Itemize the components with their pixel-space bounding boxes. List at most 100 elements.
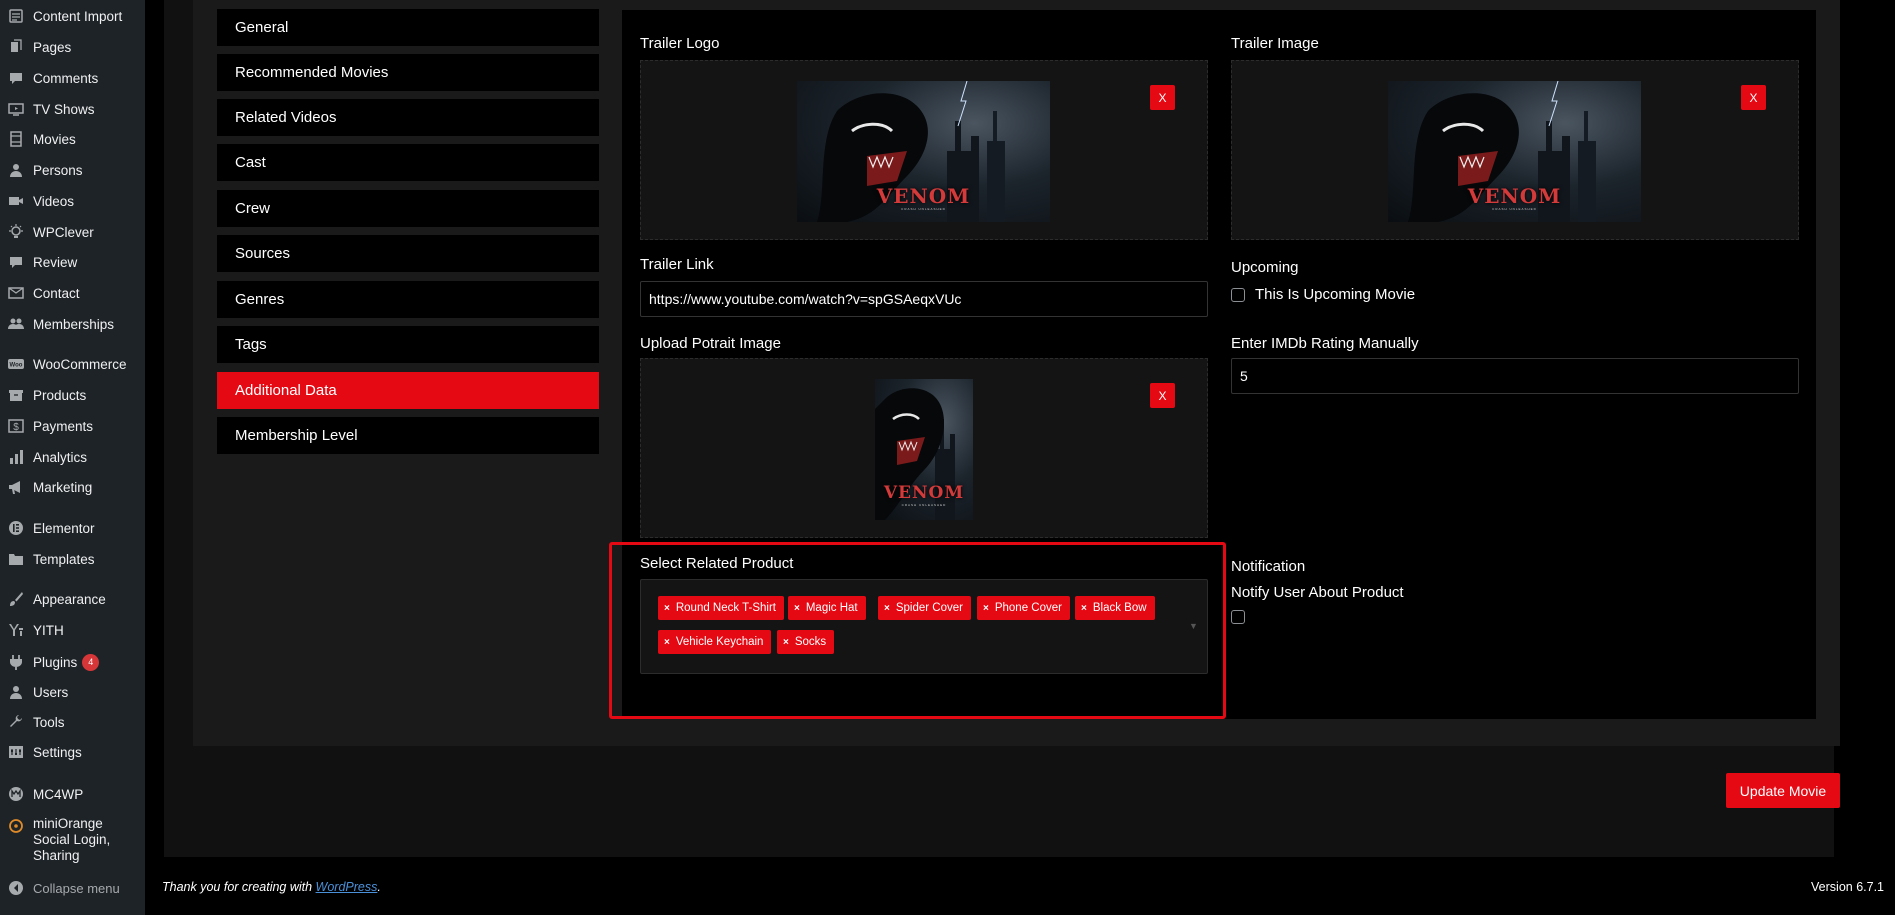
sidebar-item-comments[interactable]: Comments xyxy=(0,66,145,90)
sidebar-item-tv-shows[interactable]: TV Shows xyxy=(0,97,145,121)
marketing-icon xyxy=(8,479,24,495)
sidebar-item-label: Videos xyxy=(33,193,75,209)
upcoming-label: Upcoming xyxy=(1231,259,1299,276)
svg-text:Woo: Woo xyxy=(10,363,23,369)
tab-recommended-movies[interactable]: Recommended Movies xyxy=(217,54,599,91)
tab-sources[interactable]: Sources xyxy=(217,235,599,272)
tab-cast[interactable]: Cast xyxy=(217,144,599,181)
product-chip-socks: × Socks xyxy=(777,630,835,654)
chip-label: Magic Hat xyxy=(805,602,858,614)
tools-icon xyxy=(8,714,24,730)
sidebar-item-videos[interactable]: Videos xyxy=(0,189,145,213)
trailer-link-label: Trailer Link xyxy=(640,256,714,273)
chevron-down-icon[interactable]: ▼ xyxy=(1189,621,1198,631)
wordpress-link[interactable]: WordPress xyxy=(316,880,378,894)
sidebar-item-analytics[interactable]: Analytics xyxy=(0,445,145,469)
sidebar-item-label: Users xyxy=(33,684,69,700)
analytics-icon xyxy=(8,449,24,465)
miniorange-icon xyxy=(8,818,24,834)
sidebar-item-miniorange[interactable]: miniOrange Social Login, Sharing xyxy=(0,816,145,868)
yith-icon xyxy=(8,622,24,638)
sidebar-item-templates[interactable]: Templates xyxy=(0,547,145,571)
product-chip-magic-hat: × Magic Hat xyxy=(788,596,866,620)
trailer-image-label: Trailer Image xyxy=(1231,35,1319,52)
tab-membership-level[interactable]: Membership Level xyxy=(217,417,599,454)
chip-remove-button[interactable]: × xyxy=(794,603,800,614)
sidebar-item-content-import[interactable]: Content Import xyxy=(0,4,145,28)
related-product-label: Select Related Product xyxy=(640,555,794,572)
chip-remove-button[interactable]: × xyxy=(983,603,989,614)
templates-icon xyxy=(8,551,24,567)
sidebar-item-wpclever[interactable]: WPClever xyxy=(0,220,145,244)
sidebar-item-label: Contact xyxy=(33,285,80,301)
sidebar-item-payments[interactable]: $ Payments xyxy=(0,414,145,438)
sidebar-item-label: Elementor xyxy=(33,520,95,536)
poster-title: VENOM xyxy=(876,184,971,208)
sidebar-item-tools[interactable]: Tools xyxy=(0,710,145,734)
sidebar-item-appearance[interactable]: Appearance xyxy=(0,587,145,611)
sidebar-item-review[interactable]: Review xyxy=(0,250,145,274)
footer-thanks-text: Thank you for creating with xyxy=(162,880,316,894)
update-movie-button[interactable]: Update Movie xyxy=(1726,773,1840,808)
chip-remove-button[interactable]: × xyxy=(664,603,670,614)
chip-remove-button[interactable]: × xyxy=(884,603,890,614)
remove-trailer-logo-button[interactable]: X xyxy=(1150,85,1175,110)
sidebar-item-marketing[interactable]: Marketing xyxy=(0,475,145,499)
notify-user-checkbox[interactable] xyxy=(1231,610,1245,624)
sidebar-item-label: Review xyxy=(33,254,78,270)
product-chip-vehicle-keychain: × Vehicle Keychain xyxy=(658,630,772,654)
sidebar-item-contact[interactable]: Contact xyxy=(0,281,145,305)
tab-genres[interactable]: Genres xyxy=(217,281,599,318)
tab-general[interactable]: General xyxy=(217,9,599,46)
sidebar-item-elementor[interactable]: Elementor xyxy=(0,516,145,540)
sidebar-item-woocommerce[interactable]: Woo WooCommerce xyxy=(0,352,145,376)
sidebar-item-plugins[interactable]: Plugins 4 xyxy=(0,650,145,674)
tab-crew[interactable]: Crew xyxy=(217,190,599,227)
sidebar-item-users[interactable]: Users xyxy=(0,680,145,704)
trailer-link-input[interactable]: https://www.youtube.com/watch?v=spGSAeqx… xyxy=(640,281,1208,317)
sidebar-item-memberships[interactable]: Memberships xyxy=(0,312,145,336)
sidebar-item-yith[interactable]: YITH xyxy=(0,618,145,642)
sidebar-item-label: YITH xyxy=(33,622,64,638)
sidebar-item-persons[interactable]: Persons xyxy=(0,158,145,182)
users-icon xyxy=(8,684,24,700)
sidebar-item-label: Tools xyxy=(33,714,65,730)
movies-icon xyxy=(8,131,24,147)
sidebar-item-products[interactable]: Products xyxy=(0,383,145,407)
sidebar-item-settings[interactable]: Settings xyxy=(0,740,145,764)
portrait-image-label: Upload Potrait Image xyxy=(640,335,781,352)
sidebar-item-label: Products xyxy=(33,387,87,403)
pages-icon xyxy=(8,39,24,55)
chip-remove-button[interactable]: × xyxy=(664,637,670,648)
related-product-select[interactable] xyxy=(640,579,1208,674)
sidebar-item-label: Templates xyxy=(33,551,95,567)
sidebar-item-movies[interactable]: Movies xyxy=(0,127,145,151)
remove-trailer-image-button[interactable]: X xyxy=(1741,85,1766,110)
plugins-update-badge: 4 xyxy=(82,653,100,671)
persons-icon xyxy=(8,162,24,178)
chip-label: Socks xyxy=(794,636,827,648)
sidebar-item-mc4wp[interactable]: MC4WP xyxy=(0,782,145,806)
upcoming-checkbox-label: This Is Upcoming Movie xyxy=(1255,286,1416,303)
imdb-rating-input[interactable]: 5 xyxy=(1231,358,1799,394)
chip-remove-button[interactable]: × xyxy=(1081,603,1087,614)
sidebar-item-label: Appearance xyxy=(33,591,106,607)
contact-icon xyxy=(8,285,24,301)
tab-tags[interactable]: Tags xyxy=(217,326,599,363)
tab-related-videos[interactable]: Related Videos xyxy=(217,99,599,136)
sidebar-item-label: Content Import xyxy=(33,8,123,24)
collapse-menu-button[interactable]: Collapse menu xyxy=(0,876,145,900)
remove-portrait-image-button[interactable]: X xyxy=(1150,383,1175,408)
upcoming-movie-checkbox[interactable] xyxy=(1231,288,1245,302)
sidebar-item-label: Analytics xyxy=(33,449,88,465)
footer-version: Version 6.7.1 xyxy=(1811,880,1884,894)
product-chip-round-neck-t-shirt: × Round Neck T-Shirt xyxy=(658,596,784,620)
poster-title: VENOM xyxy=(1467,184,1562,208)
chip-remove-button[interactable]: × xyxy=(783,637,789,648)
tab-additional-data[interactable]: Additional Data xyxy=(217,372,599,409)
mc4wp-icon xyxy=(8,786,24,802)
woocommerce-icon: Woo xyxy=(8,356,24,372)
sidebar-item-pages[interactable]: Pages xyxy=(0,35,145,59)
tv-shows-icon xyxy=(8,101,24,117)
product-chip-spider-cover: × Spider Cover xyxy=(878,596,971,620)
